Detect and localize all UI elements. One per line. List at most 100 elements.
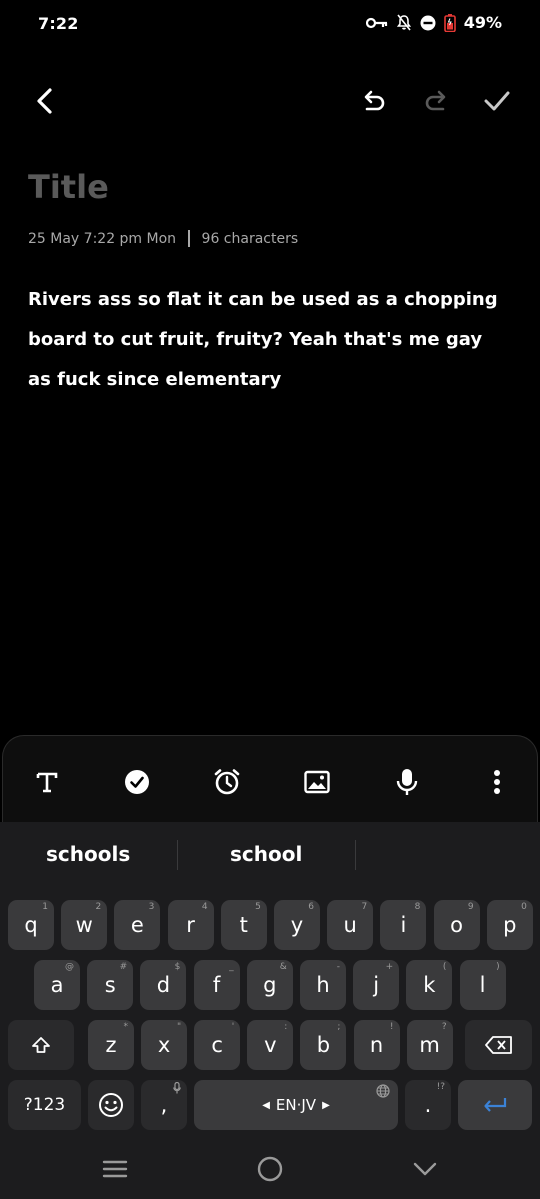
space-key[interactable]: ◀ EN·JV ▶ bbox=[194, 1080, 398, 1130]
key-label: h bbox=[316, 973, 330, 997]
key-hint: 1 bbox=[42, 902, 48, 912]
undo-button[interactable] bbox=[358, 84, 392, 118]
back-button[interactable] bbox=[28, 84, 62, 118]
suggestion-2[interactable]: school bbox=[230, 842, 302, 866]
enter-icon bbox=[484, 1098, 507, 1112]
voice-input-button[interactable] bbox=[387, 762, 427, 802]
key-j[interactable]: + j bbox=[353, 960, 400, 1010]
battery-percent: 49% bbox=[463, 13, 502, 32]
key-m[interactable]: ? m bbox=[406, 1020, 453, 1070]
key-hint: * bbox=[123, 1022, 129, 1032]
key-label: x bbox=[157, 1033, 171, 1057]
key-d[interactable]: $ d bbox=[140, 960, 187, 1010]
save-check-button[interactable] bbox=[480, 84, 514, 118]
comma-key-label: , bbox=[160, 1093, 168, 1117]
note-body-editor[interactable]: Rivers ass so flat it can be used as a c… bbox=[28, 280, 508, 400]
key-label: f bbox=[212, 973, 221, 997]
key-l[interactable]: ) l bbox=[459, 960, 506, 1010]
key-hint: ! bbox=[389, 1022, 394, 1032]
period-key[interactable]: !? . bbox=[405, 1080, 451, 1130]
key-label: r bbox=[186, 913, 195, 937]
key-hint: 3 bbox=[148, 902, 155, 912]
enter-key[interactable] bbox=[458, 1080, 532, 1130]
hide-keyboard-button[interactable] bbox=[410, 1154, 440, 1184]
key-h[interactable]: -h bbox=[300, 960, 346, 1010]
key-hint: : bbox=[284, 1022, 288, 1032]
key-hint: _ bbox=[229, 962, 234, 972]
key-p[interactable]: 0p bbox=[486, 900, 533, 950]
key-hint: 8 bbox=[414, 902, 421, 912]
status-icons: 49% bbox=[365, 13, 502, 32]
key-hint: + bbox=[385, 962, 394, 972]
key-t[interactable]: 5t bbox=[220, 900, 267, 950]
suggestion-1[interactable]: schools bbox=[46, 842, 130, 866]
key-label: e bbox=[130, 913, 144, 937]
key-b[interactable]: ; b bbox=[300, 1020, 347, 1070]
battery-icon bbox=[443, 13, 456, 32]
key-v[interactable]: :v bbox=[247, 1020, 294, 1070]
home-icon bbox=[257, 1156, 283, 1182]
key-label: v bbox=[264, 1033, 277, 1057]
key-u[interactable]: 7u bbox=[327, 900, 374, 950]
key-hint: & bbox=[279, 962, 287, 972]
mic-hint-icon bbox=[173, 1081, 181, 1097]
shift-key[interactable] bbox=[8, 1020, 74, 1070]
on-screen-keyboard: schools school ?123 , ◀ EN·JV ▶ !? . 1q2… bbox=[0, 822, 540, 1140]
redo-button[interactable] bbox=[418, 84, 452, 118]
format-toolbar bbox=[2, 735, 538, 825]
key-hint: " bbox=[176, 1022, 182, 1032]
chevron-down-icon bbox=[413, 1162, 437, 1176]
key-z[interactable]: * z bbox=[88, 1020, 134, 1070]
key-hint: 9 bbox=[467, 902, 474, 912]
key-label: q bbox=[24, 913, 38, 937]
suggestion-divider bbox=[355, 840, 356, 870]
key-g[interactable]: & g bbox=[246, 960, 293, 1010]
recents-button[interactable] bbox=[100, 1154, 130, 1184]
more-options-button[interactable] bbox=[477, 762, 517, 802]
key-q[interactable]: 1q bbox=[8, 900, 54, 950]
key-label: u bbox=[343, 913, 357, 937]
key-k[interactable]: (k bbox=[406, 960, 453, 1010]
note-meta: 25 May 7:22 pm Mon 96 characters bbox=[28, 230, 298, 247]
key-s[interactable]: # s bbox=[87, 960, 134, 1010]
key-label: t bbox=[239, 913, 248, 937]
key-r[interactable]: 4r bbox=[167, 900, 214, 950]
backspace-key[interactable] bbox=[465, 1020, 532, 1070]
key-label: p bbox=[503, 913, 517, 937]
key-i[interactable]: 8i bbox=[380, 900, 427, 950]
checkbox-button[interactable] bbox=[117, 762, 157, 802]
key-hint: # bbox=[119, 962, 128, 972]
note-title-input[interactable]: Title bbox=[28, 168, 109, 206]
symbols-key[interactable]: ?123 bbox=[8, 1080, 81, 1130]
key-hint: $ bbox=[174, 962, 181, 972]
key-label: c bbox=[211, 1033, 223, 1057]
key-n[interactable]: ! n bbox=[353, 1020, 400, 1070]
home-button[interactable] bbox=[255, 1154, 285, 1184]
text-style-icon bbox=[36, 772, 58, 793]
key-y[interactable]: 6y bbox=[274, 900, 320, 950]
emoji-key[interactable] bbox=[88, 1080, 134, 1130]
alarm-button[interactable] bbox=[207, 762, 247, 802]
text-style-button[interactable] bbox=[27, 762, 67, 802]
key-o[interactable]: 9o bbox=[433, 900, 480, 950]
key-label: z bbox=[105, 1033, 117, 1057]
key-label: a bbox=[50, 973, 64, 997]
key-x[interactable]: " x bbox=[141, 1020, 188, 1070]
more-icon bbox=[494, 770, 500, 794]
insert-image-button[interactable] bbox=[297, 762, 337, 802]
undo-icon bbox=[364, 90, 385, 111]
backspace-icon bbox=[484, 1036, 512, 1054]
system-nav-bar bbox=[0, 1140, 540, 1199]
suggestion-divider bbox=[177, 840, 178, 870]
comma-key[interactable]: , bbox=[141, 1080, 187, 1130]
key-label: b bbox=[316, 1033, 331, 1057]
key-f[interactable]: _ f bbox=[193, 960, 240, 1010]
key-a[interactable]: @ a bbox=[34, 960, 80, 1010]
note-char-count: 96 characters bbox=[201, 230, 299, 247]
key-hint: ' bbox=[231, 1022, 235, 1032]
key-e[interactable]: 3e bbox=[114, 900, 161, 950]
key-label: n bbox=[369, 1033, 384, 1057]
key-c[interactable]: ' c bbox=[194, 1020, 241, 1070]
key-w[interactable]: 2w bbox=[61, 900, 108, 950]
status-time: 7:22 bbox=[38, 14, 79, 33]
